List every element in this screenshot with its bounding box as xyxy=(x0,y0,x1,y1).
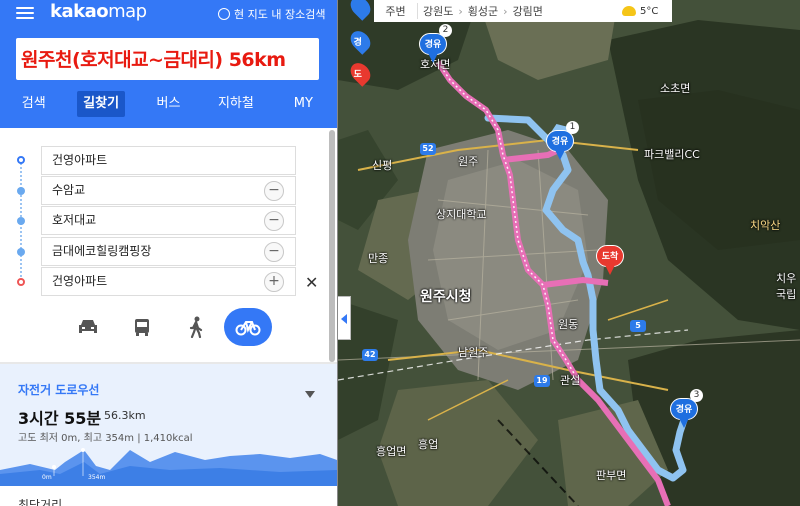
route-duration: 3시간 55분 xyxy=(18,409,102,428)
menu-icon[interactable] xyxy=(16,4,34,20)
waypoint-field[interactable]: 수암교 − xyxy=(41,176,296,205)
waypoint-marker-icon xyxy=(17,187,25,195)
via-pin-3[interactable]: 경유 3 xyxy=(670,389,703,428)
panel-scrollbar[interactable] xyxy=(329,130,335,362)
map-label-sinpyeong: 신평 xyxy=(372,159,393,172)
via-pin-2[interactable]: 경유 2 xyxy=(419,24,452,63)
tab-search[interactable]: 검색 xyxy=(0,90,67,118)
area-type-selector[interactable]: 주변 xyxy=(374,3,418,19)
route-distance: 56.3km xyxy=(104,409,146,422)
map-label-namwonju: 남원주 xyxy=(458,346,489,359)
map-label-mountain: 치악산 xyxy=(750,219,781,232)
waypoint-field[interactable]: 호저대교 − xyxy=(41,206,296,235)
weather-temperature: 5°C xyxy=(640,5,659,17)
satellite-map[interactable] xyxy=(338,0,800,506)
mode-car-button[interactable] xyxy=(64,308,112,346)
bicycle-icon xyxy=(235,321,261,336)
main-tabs: 검색 길찾기 버스 지하철 MY xyxy=(0,90,337,118)
tab-bus[interactable]: 버스 xyxy=(135,90,202,118)
waypoint-field[interactable]: 금대에코힐링캠핑장 − xyxy=(41,237,296,266)
mode-bicycle-button[interactable] xyxy=(224,308,272,346)
map-label-heungeop: 흥업면 xyxy=(376,445,407,458)
start-marker-icon xyxy=(17,156,25,164)
end-marker-icon xyxy=(17,278,25,286)
waypoint-start-field[interactable]: 건영아파트 xyxy=(41,146,296,175)
search-input[interactable]: 원주천(호저대교~금대리) 56km xyxy=(16,38,319,80)
mode-bus-button[interactable] xyxy=(118,308,166,346)
remove-waypoint-button[interactable]: − xyxy=(264,211,284,231)
map-label-city-hall: 원주시청 xyxy=(420,289,472,305)
map-label-manjong: 만종 xyxy=(368,252,389,265)
map-label-wondong: 원동 xyxy=(558,318,579,331)
destination-pin[interactable]: 도착 xyxy=(596,245,624,275)
chevron-down-icon[interactable] xyxy=(305,391,315,398)
road-shield: 52 xyxy=(420,143,436,155)
weather-widget[interactable]: 5°C xyxy=(612,0,672,22)
map-label-district: 소초면 xyxy=(660,82,691,95)
map-view[interactable]: 주변 강원도 › 횡성군 › 강림면 5°C 경 도 원주시청 상지대학교 파크밸리… xyxy=(338,0,800,506)
walk-icon xyxy=(189,316,203,338)
breadcrumb-county[interactable]: 횡성군 xyxy=(463,3,503,19)
map-label-park: 치우 국립 xyxy=(776,272,797,301)
map-label-university: 상지대학교 xyxy=(436,208,487,221)
elevation-start-label: 0m xyxy=(42,474,52,481)
map-label-gwanseol: 관설 xyxy=(560,374,581,387)
elevation-peak-label: 354m xyxy=(88,474,105,481)
clear-route-button[interactable]: ✕ xyxy=(305,273,318,292)
road-shield: 19 xyxy=(534,375,550,387)
kakaomap-logo[interactable]: kakaomap xyxy=(50,1,147,22)
checkbox-circle-icon xyxy=(218,8,230,20)
next-route-option[interactable]: 최단거리 xyxy=(0,486,337,506)
tab-subway[interactable]: 지하철 xyxy=(202,90,269,118)
breadcrumb-province[interactable]: 강원도 xyxy=(418,3,458,19)
route-option-label: 자전거 도로우선 xyxy=(18,383,100,397)
via-pin-1[interactable]: 경유 1 xyxy=(546,121,579,160)
route-summary-card[interactable]: 자전거 도로우선 3시간 55분 56.3km 고도 최저 0m, 최고 354… xyxy=(0,364,337,486)
search-in-map-checkbox[interactable]: 현 지도 내 장소검색 xyxy=(218,6,325,22)
waypoint-marker-icon xyxy=(17,248,25,256)
add-waypoint-button[interactable]: + xyxy=(264,272,284,292)
chevron-left-icon xyxy=(341,314,347,324)
road-shield: 42 xyxy=(362,349,378,361)
map-label-panbu: 판부면 xyxy=(596,469,627,482)
transport-modes xyxy=(0,308,337,346)
mode-walk-button[interactable] xyxy=(172,308,220,346)
car-icon xyxy=(79,320,97,333)
waypoint-end-field[interactable]: 건영아파트 + xyxy=(41,267,296,296)
tab-my[interactable]: MY xyxy=(270,90,337,118)
map-label-heungeop-station: 흥업 xyxy=(418,438,439,451)
weather-sun-icon xyxy=(622,6,636,16)
tab-directions[interactable]: 길찾기 xyxy=(67,90,134,118)
road-shield: 5 xyxy=(630,320,646,332)
map-label-wonju: 원주 xyxy=(458,155,479,168)
remove-waypoint-button[interactable]: − xyxy=(264,181,284,201)
search-query: 원주천(호저대교~금대리) 56km xyxy=(21,49,286,71)
waypoint-marker-icon xyxy=(17,217,25,225)
header-bar: kakaomap 현 지도 내 장소검색 원주천(호저대교~금대리) 56km … xyxy=(0,0,337,128)
map-label-golf: 파크밸리CC xyxy=(644,148,700,161)
checkbox-label: 현 지도 내 장소검색 xyxy=(234,8,326,21)
elevation-profile-chart: 0m 354m xyxy=(0,448,337,486)
bus-icon xyxy=(135,319,149,336)
directions-panel: kakaomap 현 지도 내 장소검색 원주천(호저대교~금대리) 56km … xyxy=(0,0,337,506)
collapse-panel-button[interactable] xyxy=(338,296,351,340)
app-root: kakaomap 현 지도 내 장소검색 원주천(호저대교~금대리) 56km … xyxy=(0,0,800,506)
breadcrumb-town[interactable]: 강림면 xyxy=(508,3,548,19)
remove-waypoint-button[interactable]: − xyxy=(264,242,284,262)
